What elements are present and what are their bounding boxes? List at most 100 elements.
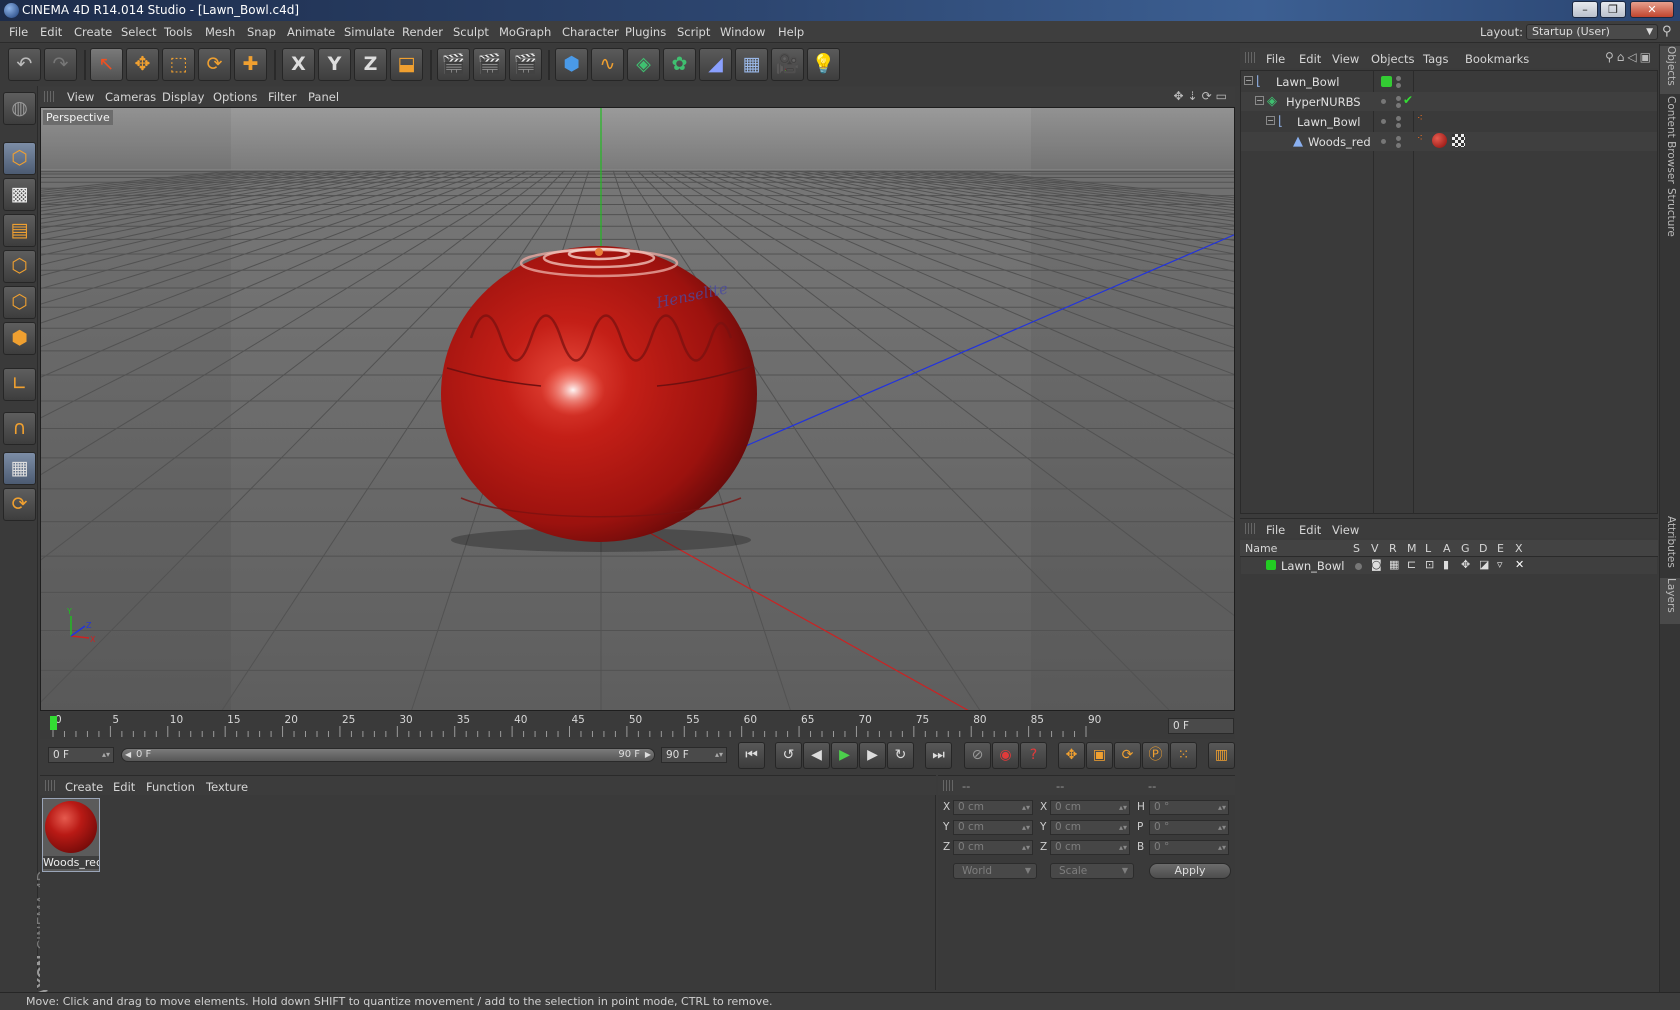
render-picture-viewer-button[interactable]: 🎬 bbox=[473, 48, 506, 81]
collapse-icon[interactable]: − bbox=[1255, 96, 1264, 105]
coordinate-mode-dropdown[interactable]: World ▼ bbox=[953, 863, 1037, 879]
current-frame-field[interactable]: 0 F bbox=[1168, 718, 1234, 734]
keyframe-selection-button[interactable]: ? bbox=[1020, 742, 1047, 769]
layer-header-deformers[interactable]: D bbox=[1479, 542, 1487, 555]
phong-tag-icon[interactable]: ⁖ bbox=[1417, 133, 1423, 144]
timeline-window-button[interactable]: ▥ bbox=[1208, 742, 1235, 769]
layer-row[interactable]: Lawn_Bowl ◙ ▦ ⊏ ⊡ ▮ ✥ ◪ ▿ ✕ bbox=[1241, 557, 1657, 574]
move-tool-button[interactable]: ✥ bbox=[126, 48, 159, 81]
add-spline-button[interactable]: ∿ bbox=[591, 48, 624, 81]
model-mode-button[interactable]: ⬡ bbox=[3, 142, 36, 175]
layer-color-swatch[interactable] bbox=[1381, 76, 1392, 87]
position-z-field[interactable]: 0 cm ▴▾ bbox=[953, 840, 1033, 855]
editor-visibility-dot[interactable] bbox=[1396, 76, 1401, 81]
render-settings-button[interactable]: 🎬 bbox=[509, 48, 542, 81]
spinner-icon[interactable]: ▴▾ bbox=[102, 748, 110, 762]
render-visibility-dot[interactable] bbox=[1396, 83, 1401, 88]
layer-solo-toggle[interactable] bbox=[1355, 563, 1362, 570]
object-manager-icons[interactable]: ⚲⌂◁▣ bbox=[1605, 50, 1654, 64]
tab-attributes[interactable]: Attributes bbox=[1660, 516, 1680, 576]
layer-header-expressions[interactable]: E bbox=[1497, 542, 1504, 555]
record-scale-button[interactable]: ▣ bbox=[1086, 742, 1113, 769]
add-deformer-button[interactable]: ◢ bbox=[699, 48, 732, 81]
coordinate-system-button[interactable]: ⬓ bbox=[390, 48, 423, 81]
tab-structure[interactable]: Structure bbox=[1660, 188, 1680, 244]
tab-content-browser[interactable]: Content Browser bbox=[1660, 96, 1680, 186]
rotation-p-field[interactable]: 0 ° ▴▾ bbox=[1149, 820, 1229, 835]
position-x-field[interactable]: 0 cm ▴▾ bbox=[953, 800, 1033, 815]
viewport-menu-cameras[interactable]: Cameras bbox=[105, 90, 156, 104]
layer-header-animation[interactable]: A bbox=[1443, 542, 1451, 555]
render-visibility-dot[interactable] bbox=[1396, 143, 1401, 148]
goto-end-button[interactable]: ⏭ bbox=[925, 742, 952, 769]
tab-layers[interactable]: Layers bbox=[1660, 578, 1680, 624]
object-menu-bookmarks[interactable]: Bookmarks bbox=[1465, 52, 1529, 66]
layer-header-xref[interactable]: X bbox=[1515, 542, 1523, 555]
size-y-field[interactable]: 0 cm ▴▾ bbox=[1050, 820, 1130, 835]
phong-tag-icon[interactable]: ⁖ bbox=[1417, 113, 1423, 124]
layer-menu-view[interactable]: View bbox=[1332, 523, 1359, 537]
size-mode-dropdown[interactable]: Scale ▼ bbox=[1050, 863, 1134, 879]
record-position-button[interactable]: ✥ bbox=[1058, 742, 1085, 769]
layer-dot[interactable] bbox=[1381, 99, 1386, 104]
menu-script[interactable]: Script bbox=[677, 25, 710, 39]
layout-dropdown[interactable]: Startup (User) ▼ bbox=[1526, 24, 1658, 40]
generator-icon[interactable]: ✥ bbox=[1461, 558, 1470, 571]
perspective-viewport[interactable]: Henselite Y X Z bbox=[40, 107, 1235, 711]
menu-character[interactable]: Character bbox=[562, 25, 619, 39]
workplane-mode-button[interactable]: ▤ bbox=[3, 214, 36, 247]
snap-button[interactable]: ∩ bbox=[3, 412, 36, 445]
x-axis-lock-button[interactable]: X bbox=[282, 48, 315, 81]
object-menu-view[interactable]: View bbox=[1332, 52, 1359, 66]
film-icon[interactable]: ▮ bbox=[1443, 558, 1449, 571]
undo-button[interactable]: ↶ bbox=[8, 48, 41, 81]
texture-mode-button[interactable]: ▩ bbox=[3, 178, 36, 211]
layer-header-locked[interactable]: L bbox=[1425, 542, 1431, 555]
add-environment-button[interactable]: ▦ bbox=[735, 48, 768, 81]
layer-color-swatch[interactable] bbox=[1266, 560, 1276, 570]
viewport-menu-display[interactable]: Display bbox=[162, 90, 204, 104]
add-cube-button[interactable]: ⬢ bbox=[555, 48, 588, 81]
make-editable-button[interactable]: ◍ bbox=[3, 92, 36, 125]
rotation-b-field[interactable]: 0 ° ▴▾ bbox=[1149, 840, 1229, 855]
editor-visibility-dot[interactable] bbox=[1396, 136, 1401, 141]
menu-plugins[interactable]: Plugins bbox=[625, 25, 666, 39]
render-visibility-dot[interactable] bbox=[1396, 103, 1401, 108]
editor-visibility-dot[interactable] bbox=[1396, 116, 1401, 121]
manager-icon[interactable]: ⊏ bbox=[1407, 558, 1416, 571]
material-menu-create[interactable]: Create bbox=[65, 780, 103, 794]
tab-objects[interactable]: Objects bbox=[1660, 46, 1680, 94]
menu-mograph[interactable]: MoGraph bbox=[499, 25, 551, 39]
axis-mode-button[interactable]: ∟ bbox=[3, 368, 36, 401]
layer-header-solo[interactable]: S bbox=[1353, 542, 1360, 555]
lawn-bowl-object[interactable]: Henselite bbox=[441, 246, 757, 542]
collapse-icon[interactable]: − bbox=[1266, 116, 1275, 125]
spinner-icon[interactable]: ▴▾ bbox=[1022, 841, 1030, 854]
auto-keying-button[interactable]: ◉ bbox=[992, 742, 1019, 769]
position-y-field[interactable]: 0 cm ▴▾ bbox=[953, 820, 1033, 835]
xref-icon[interactable]: ✕ bbox=[1515, 558, 1524, 571]
record-parameter-button[interactable]: Ⓟ bbox=[1142, 742, 1169, 769]
add-camera-button[interactable]: 🎥 bbox=[771, 48, 804, 81]
eye-icon[interactable]: ◙ bbox=[1371, 558, 1382, 571]
apply-button[interactable]: Apply bbox=[1149, 863, 1231, 879]
prev-frame-button[interactable]: ◀ bbox=[803, 742, 830, 769]
menu-sculpt[interactable]: Sculpt bbox=[453, 25, 489, 39]
spinner-icon[interactable]: ▴▾ bbox=[1119, 801, 1127, 814]
layer-header-view[interactable]: V bbox=[1371, 542, 1379, 555]
render-icon[interactable]: ▦ bbox=[1389, 558, 1399, 571]
menu-help[interactable]: Help bbox=[778, 25, 804, 39]
add-mograph-button[interactable]: ✿ bbox=[663, 48, 696, 81]
menu-edit[interactable]: Edit bbox=[40, 25, 62, 39]
play-button[interactable]: ▶ bbox=[831, 742, 858, 769]
goto-next-key-button[interactable]: ↻ bbox=[887, 742, 914, 769]
object-menu-tags[interactable]: Tags bbox=[1423, 52, 1448, 66]
material-menu-function[interactable]: Function bbox=[146, 780, 195, 794]
end-frame-field[interactable]: 90 F ▴▾ bbox=[661, 747, 727, 763]
goto-start-button[interactable]: ⏮ bbox=[738, 742, 765, 769]
viewport-menu-options[interactable]: Options bbox=[213, 90, 257, 104]
spinner-icon[interactable]: ▴▾ bbox=[1218, 841, 1226, 854]
menu-window[interactable]: Window bbox=[720, 25, 765, 39]
layer-header-manager[interactable]: M bbox=[1407, 542, 1417, 555]
object-row-hypernurbs[interactable]: − ◈ HyperNURBS ✔ bbox=[1241, 92, 1657, 111]
